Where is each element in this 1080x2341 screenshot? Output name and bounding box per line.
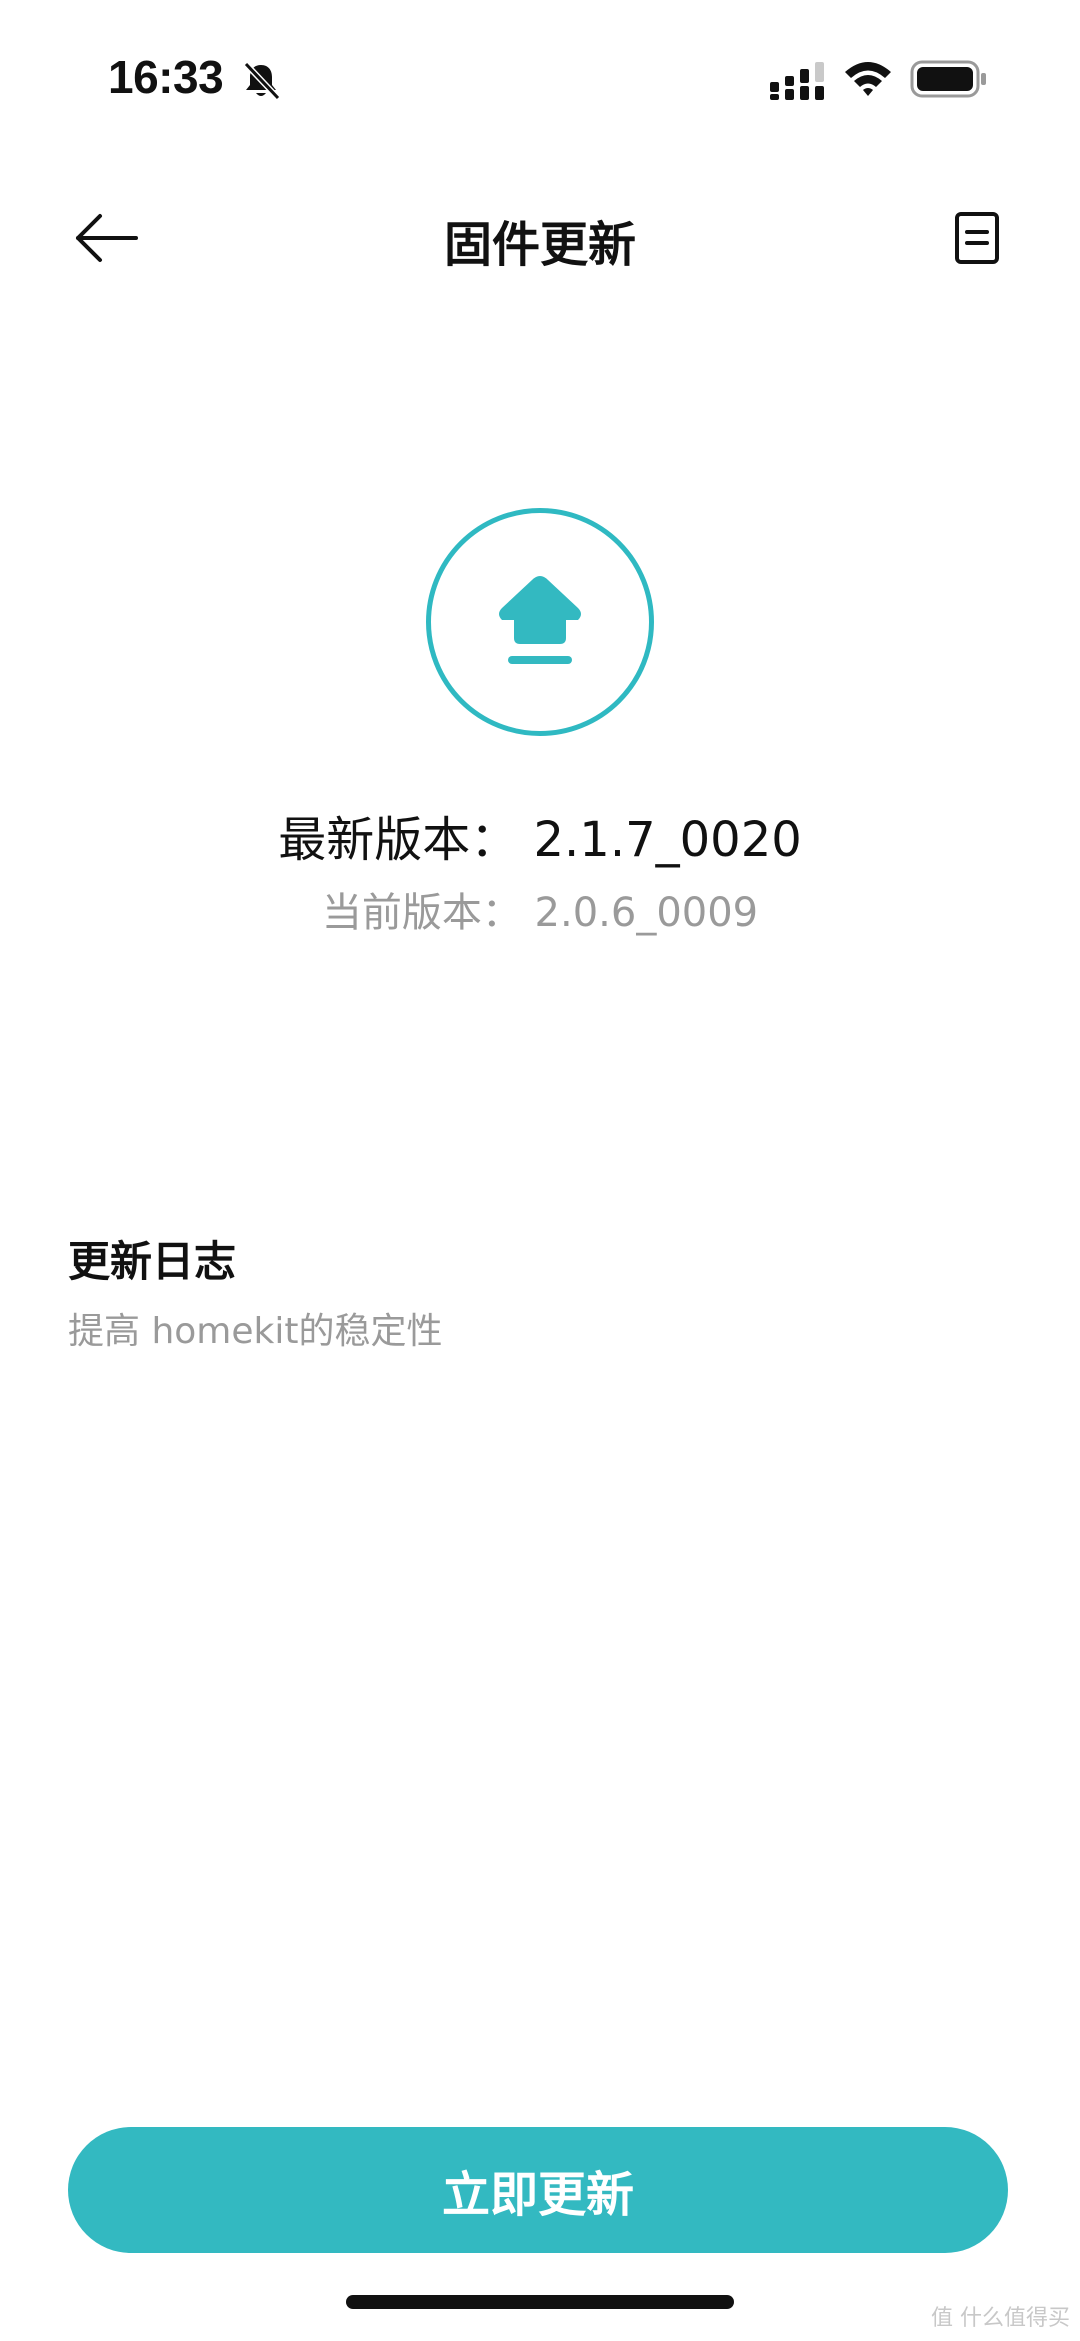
current-version: 当前版本： 2.0.6_0009	[321, 890, 759, 936]
update-now-button[interactable]: 立即更新	[68, 2127, 1008, 2253]
home-indicator[interactable]	[346, 2295, 734, 2309]
battery-icon	[910, 60, 986, 98]
upload-arrow-icon	[499, 576, 581, 664]
changelog-title: 更新日志	[68, 1237, 237, 1286]
wifi-icon	[845, 62, 891, 96]
latest-version: 最新版本： 2.1.7_0020	[278, 812, 802, 868]
document-icon[interactable]	[952, 210, 1002, 266]
page-title: 固件更新	[443, 217, 636, 273]
changelog-text: 提高 homekit的稳定性	[68, 1311, 443, 1352]
firmware-update-screen: 16:33 固件更新 最新版本： 2.1.7_0020 当前版本： 2.0.6_…	[0, 0, 1080, 2341]
signal-icon	[770, 62, 824, 100]
status-time: 16:33	[108, 51, 224, 103]
bell-slash-icon	[243, 61, 281, 101]
watermark: 值 什么值得买	[931, 2306, 1070, 2331]
